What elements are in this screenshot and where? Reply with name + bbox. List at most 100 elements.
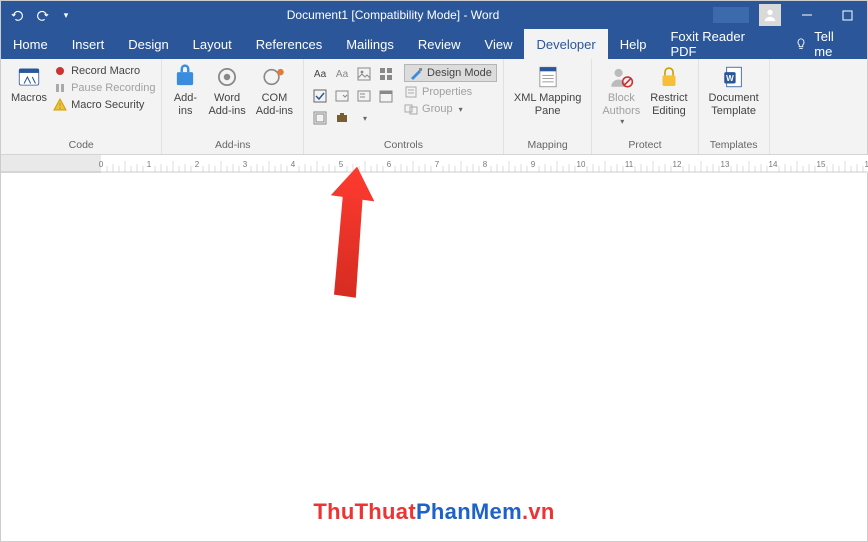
svg-text:4: 4 (291, 160, 296, 169)
tab-help[interactable]: Help (608, 29, 659, 59)
tab-home[interactable]: Home (1, 29, 60, 59)
group-addins-label: Add-ins (168, 139, 297, 154)
horizontal-ruler[interactable]: 012345678910111213141516 (1, 155, 867, 173)
svg-text:14: 14 (769, 160, 778, 169)
picture-control-icon[interactable] (354, 64, 374, 84)
tab-layout[interactable]: Layout (181, 29, 244, 59)
tab-design[interactable]: Design (116, 29, 180, 59)
watermark-b: PhanMem (416, 499, 522, 524)
date-picker-icon[interactable] (376, 86, 396, 106)
chevron-down-icon: ▾ (459, 105, 463, 114)
group-code-label: Code (7, 139, 155, 154)
block-authors-label: Block Authors (602, 92, 640, 117)
tell-me[interactable]: Tell me (782, 29, 867, 59)
design-mode-button[interactable]: Design Mode (404, 64, 497, 82)
group-controls: Aa Aa ▾ Design Mode Propertie (304, 59, 504, 154)
tab-mailings[interactable]: Mailings (334, 29, 406, 59)
watermark-c: .vn (522, 499, 555, 524)
restrict-editing-button[interactable]: Restrict Editing (646, 62, 691, 117)
record-macro-button[interactable]: Record Macro (53, 64, 155, 78)
com-addins-button[interactable]: COM Add-ins (252, 62, 297, 117)
svg-text:7: 7 (435, 160, 440, 169)
document-template-button[interactable]: W Document Template (705, 62, 763, 117)
group-controls-label: Controls (310, 139, 497, 154)
rich-text-icon[interactable]: Aa (310, 64, 330, 84)
legacy-tools-icon[interactable] (332, 108, 352, 128)
combo-box-icon[interactable] (332, 86, 352, 106)
svg-text:16: 16 (865, 160, 868, 169)
legacy-tools-dropdown[interactable]: ▾ (354, 108, 374, 128)
pause-recording-label: Pause Recording (71, 82, 155, 94)
svg-text:0: 0 (99, 160, 104, 169)
watermark-a: ThuThuat (313, 499, 416, 524)
tab-view[interactable]: View (473, 29, 525, 59)
svg-text:10: 10 (577, 160, 586, 169)
checkbox-control-icon[interactable] (310, 86, 330, 106)
svg-text:12: 12 (673, 160, 682, 169)
tab-developer[interactable]: Developer (524, 29, 607, 59)
store-icon (214, 64, 240, 90)
group-button: Group ▾ (404, 102, 497, 116)
group-protect: Block Authors▾ Restrict Editing Protect (592, 59, 698, 154)
controls-gallery: Aa Aa ▾ (310, 62, 396, 128)
window-title: Document1 [Compatibility Mode] - Word (73, 8, 713, 22)
lightbulb-icon (794, 37, 808, 51)
group-icon (404, 102, 418, 116)
block-authors-icon (608, 64, 634, 90)
record-macro-label: Record Macro (71, 65, 140, 77)
tab-review[interactable]: Review (406, 29, 473, 59)
restrict-editing-label: Restrict Editing (650, 92, 687, 117)
pause-recording-button: Pause Recording (53, 81, 155, 95)
tell-me-label: Tell me (814, 29, 853, 59)
com-icon (261, 64, 287, 90)
undo-icon[interactable] (11, 8, 25, 22)
properties-icon (404, 85, 418, 99)
group-code: Macros Record Macro Pause Recording Macr… (1, 59, 162, 154)
redo-icon[interactable] (35, 8, 49, 22)
tab-insert[interactable]: Insert (60, 29, 117, 59)
com-addins-label: COM Add-ins (256, 92, 293, 117)
group-mapping-label: Mapping (510, 139, 585, 154)
watermark-text: ThuThuatPhanMem.vn (313, 499, 554, 525)
macros-label: Macros (11, 92, 47, 105)
lock-icon (656, 64, 682, 90)
maximize-button[interactable] (827, 1, 867, 29)
addins-icon (172, 64, 198, 90)
qat-more-icon[interactable]: ▾ (59, 8, 73, 22)
ribbon: Macros Record Macro Pause Recording Macr… (1, 59, 867, 155)
building-block-icon[interactable] (376, 64, 396, 84)
title-bar: ▾ Document1 [Compatibility Mode] - Word (1, 1, 867, 29)
document-area[interactable]: ThuThuatPhanMem.vn (1, 173, 867, 541)
block-authors-button: Block Authors▾ (598, 62, 644, 126)
warning-icon (53, 98, 67, 112)
xml-mapping-button[interactable]: XML Mapping Pane (510, 62, 585, 117)
macros-button[interactable]: Macros (7, 62, 51, 105)
repeating-section-icon[interactable] (310, 108, 330, 128)
minimize-button[interactable] (787, 1, 827, 29)
svg-text:9: 9 (531, 160, 536, 169)
svg-text:2: 2 (195, 160, 200, 169)
user-name-placeholder (713, 7, 749, 23)
word-addins-button[interactable]: Word Add-ins (204, 62, 249, 117)
plain-text-icon[interactable]: Aa (332, 64, 352, 84)
macro-security-button[interactable]: Macro Security (53, 98, 155, 112)
group-addins: Add- ins Word Add-ins COM Add-ins Add-in… (162, 59, 304, 154)
group-templates: W Document Template Templates (699, 59, 770, 154)
pause-icon (53, 81, 67, 95)
tab-foxit[interactable]: Foxit Reader PDF (658, 29, 782, 59)
design-mode-label: Design Mode (427, 67, 492, 79)
dropdown-control-icon[interactable] (354, 86, 374, 106)
svg-text:6: 6 (387, 160, 392, 169)
xml-icon (535, 64, 561, 90)
record-icon (53, 64, 67, 78)
word-addins-label: Word Add-ins (208, 92, 245, 117)
group-protect-label: Protect (598, 139, 691, 154)
group-templates-label: Templates (705, 139, 763, 154)
addins-label: Add- ins (174, 92, 197, 117)
properties-label: Properties (422, 86, 472, 98)
addins-button[interactable]: Add- ins (168, 62, 202, 117)
tab-references[interactable]: References (244, 29, 334, 59)
user-avatar[interactable] (759, 4, 781, 26)
svg-text:3: 3 (243, 160, 248, 169)
macro-security-label: Macro Security (71, 99, 144, 111)
